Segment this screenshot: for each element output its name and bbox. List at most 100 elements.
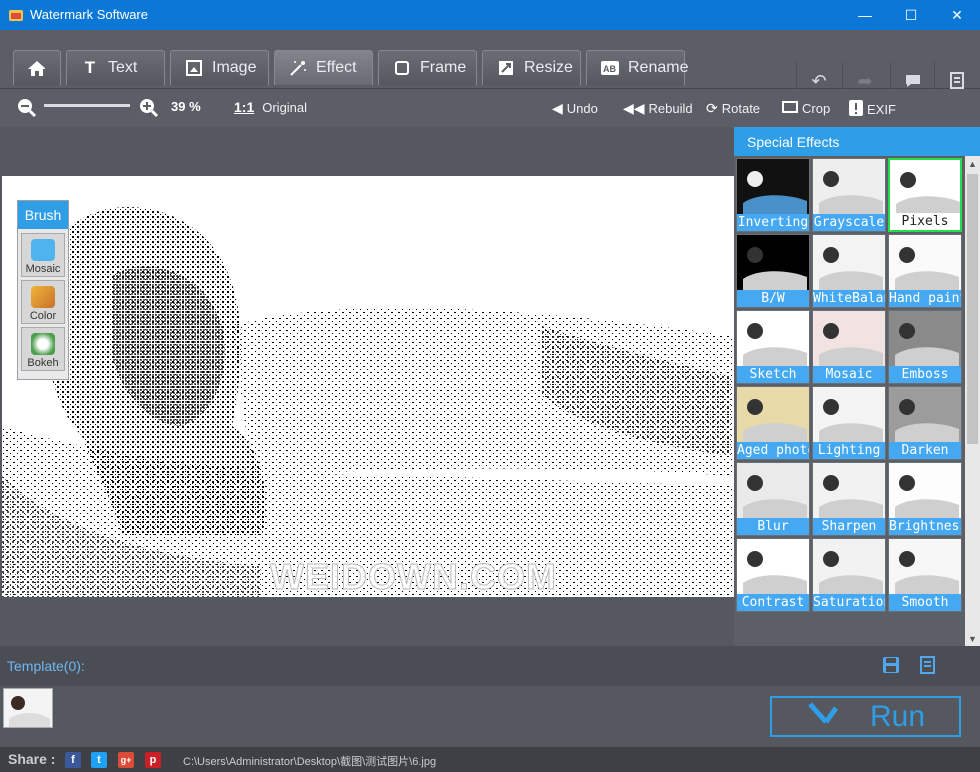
- brush-mosaic-button[interactable]: Mosaic: [21, 233, 65, 277]
- rotate-icon: ⟳: [706, 100, 718, 116]
- effect-thumbnail: [889, 387, 961, 443]
- original-label: Original: [262, 99, 308, 115]
- effect-label: Inverting: [737, 214, 809, 231]
- brush-title: Brush: [18, 201, 68, 229]
- tab-text-label: Text: [108, 59, 138, 76]
- brush-bokeh-button[interactable]: Bokeh: [21, 327, 65, 371]
- rotate-label: Rotate: [721, 101, 761, 116]
- effect-tile[interactable]: Darken: [888, 386, 962, 460]
- effect-thumbnail: [737, 311, 809, 367]
- left-arrow-icon: ◀: [552, 100, 563, 116]
- effect-thumbnail: [813, 159, 885, 215]
- tab-effect-label: Effect: [316, 59, 357, 76]
- effect-tile[interactable]: WhiteBalance: [812, 234, 886, 308]
- effect-tile[interactable]: Blur: [736, 462, 810, 536]
- effect-label: Brightness: [889, 518, 961, 535]
- zoom-in-button[interactable]: [139, 98, 159, 121]
- manage-template-icon[interactable]: [918, 655, 938, 675]
- effect-tile[interactable]: Brightness: [888, 462, 962, 536]
- effect-tile[interactable]: Sketch: [736, 310, 810, 384]
- effect-thumbnail: [737, 463, 809, 519]
- scroll-up-icon[interactable]: ▲: [965, 156, 980, 171]
- tab-frame[interactable]: Frame: [378, 50, 477, 85]
- zoom-slider[interactable]: [44, 104, 130, 107]
- frame-icon: [393, 59, 411, 77]
- crop-button[interactable]: Crop: [782, 100, 830, 117]
- main-tab-bar: T Text Image Effect Frame Resize AB Rena…: [0, 30, 980, 100]
- facebook-icon[interactable]: f: [65, 752, 81, 768]
- mosaic-icon: [31, 239, 55, 261]
- tab-home[interactable]: [13, 50, 61, 85]
- twitter-icon[interactable]: t: [91, 752, 107, 768]
- file-path: C:\Users\Administrator\Desktop\截图\测试图片\6…: [183, 756, 437, 768]
- share-label: Share :: [8, 751, 56, 767]
- effect-tile[interactable]: Grayscale: [812, 158, 886, 232]
- save-template-icon[interactable]: [881, 655, 901, 675]
- minimize-button[interactable]: —: [842, 0, 888, 30]
- effect-tile[interactable]: Inverting: [736, 158, 810, 232]
- tab-resize[interactable]: Resize: [482, 50, 581, 85]
- effects-scrollbar[interactable]: ▲ ▼: [965, 156, 980, 646]
- effect-label: B/W: [737, 290, 809, 307]
- tab-image-label: Image: [212, 59, 257, 76]
- effect-label: Blur: [737, 518, 809, 535]
- effect-tile[interactable]: Saturation: [812, 538, 886, 612]
- effect-tile[interactable]: Mosaic: [812, 310, 886, 384]
- effect-label: WhiteBalance: [813, 290, 885, 307]
- effect-tile[interactable]: Emboss: [888, 310, 962, 384]
- run-label: Run: [869, 699, 926, 733]
- pixel-effect-photo: [2, 176, 734, 597]
- brush-color-button[interactable]: Color: [21, 280, 65, 324]
- effects-grid: InvertingGrayscale Pixels B/WWhiteBalanceH…: [736, 158, 966, 646]
- effect-thumbnail: [813, 311, 885, 367]
- rename-icon: AB: [601, 59, 619, 77]
- file-thumbnail[interactable]: [3, 688, 53, 728]
- crop-label: Crop: [802, 101, 831, 116]
- pinterest-icon[interactable]: p: [145, 752, 161, 768]
- rotate-button[interactable]: ⟳ Rotate: [706, 100, 760, 117]
- effect-tile[interactable]: Smooth: [888, 538, 962, 612]
- svg-text:AB: AB: [603, 64, 616, 74]
- brush-mosaic-label: Mosaic: [25, 263, 61, 275]
- effect-tile[interactable]: B/W: [736, 234, 810, 308]
- run-button[interactable]: Run: [770, 696, 961, 737]
- effect-label: Hand painted: [889, 290, 961, 307]
- effect-label: Sharpen: [813, 518, 885, 535]
- image-icon: [185, 59, 203, 77]
- google-plus-icon[interactable]: g+: [118, 752, 134, 768]
- image-toolbar: 39 % 1:1 Original ◀ Undo ◀◀ Rebuild ⟳ Ro…: [0, 89, 980, 127]
- effect-tile[interactable]: Sharpen: [812, 462, 886, 536]
- tab-image[interactable]: Image: [170, 50, 269, 85]
- special-effects-title: Special Effects: [734, 127, 980, 156]
- tab-resize-label: Resize: [524, 59, 573, 76]
- effect-thumbnail: [737, 159, 809, 215]
- special-effects-panel: Special Effects Inverting Grayscale Pixels…: [734, 127, 980, 646]
- effect-tile[interactable]: Contrast: [736, 538, 810, 612]
- original-size-button[interactable]: 1:1 Original: [234, 99, 307, 115]
- zoom-in-icon: [140, 99, 159, 118]
- rebuild-button[interactable]: ◀◀ Rebuild: [623, 100, 693, 117]
- undo-label: Undo: [566, 101, 598, 116]
- zoom-out-button[interactable]: [17, 98, 37, 121]
- effect-thumbnail: [813, 539, 885, 595]
- tab-effect[interactable]: Effect: [274, 50, 373, 85]
- effect-thumbnail: [813, 463, 885, 519]
- undo-button[interactable]: ◀ Undo: [552, 100, 598, 117]
- template-bar: Template(0):: [0, 646, 980, 686]
- maximize-button[interactable]: ☐: [888, 0, 934, 30]
- scroll-down-icon[interactable]: ▼: [965, 631, 980, 646]
- scrollbar-thumb[interactable]: [967, 174, 978, 444]
- effect-label: Grayscale: [813, 214, 885, 231]
- effect-tile[interactable]: Pixels: [888, 158, 962, 232]
- effect-tile[interactable]: Lighting: [812, 386, 886, 460]
- brush-color-label: Color: [29, 310, 57, 322]
- close-button[interactable]: ✕: [934, 0, 980, 30]
- preview-image[interactable]: [2, 176, 734, 597]
- effect-tile[interactable]: Hand painted: [888, 234, 962, 308]
- tab-rename[interactable]: AB Rename: [586, 50, 688, 85]
- effect-tile[interactable]: Aged photo: [736, 386, 810, 460]
- template-label: Template(0):: [7, 658, 85, 674]
- title-bar: Watermark Software — ☐ ✕: [0, 0, 980, 30]
- tab-text[interactable]: T Text: [66, 50, 165, 85]
- exif-button[interactable]: EXIF: [849, 100, 896, 119]
